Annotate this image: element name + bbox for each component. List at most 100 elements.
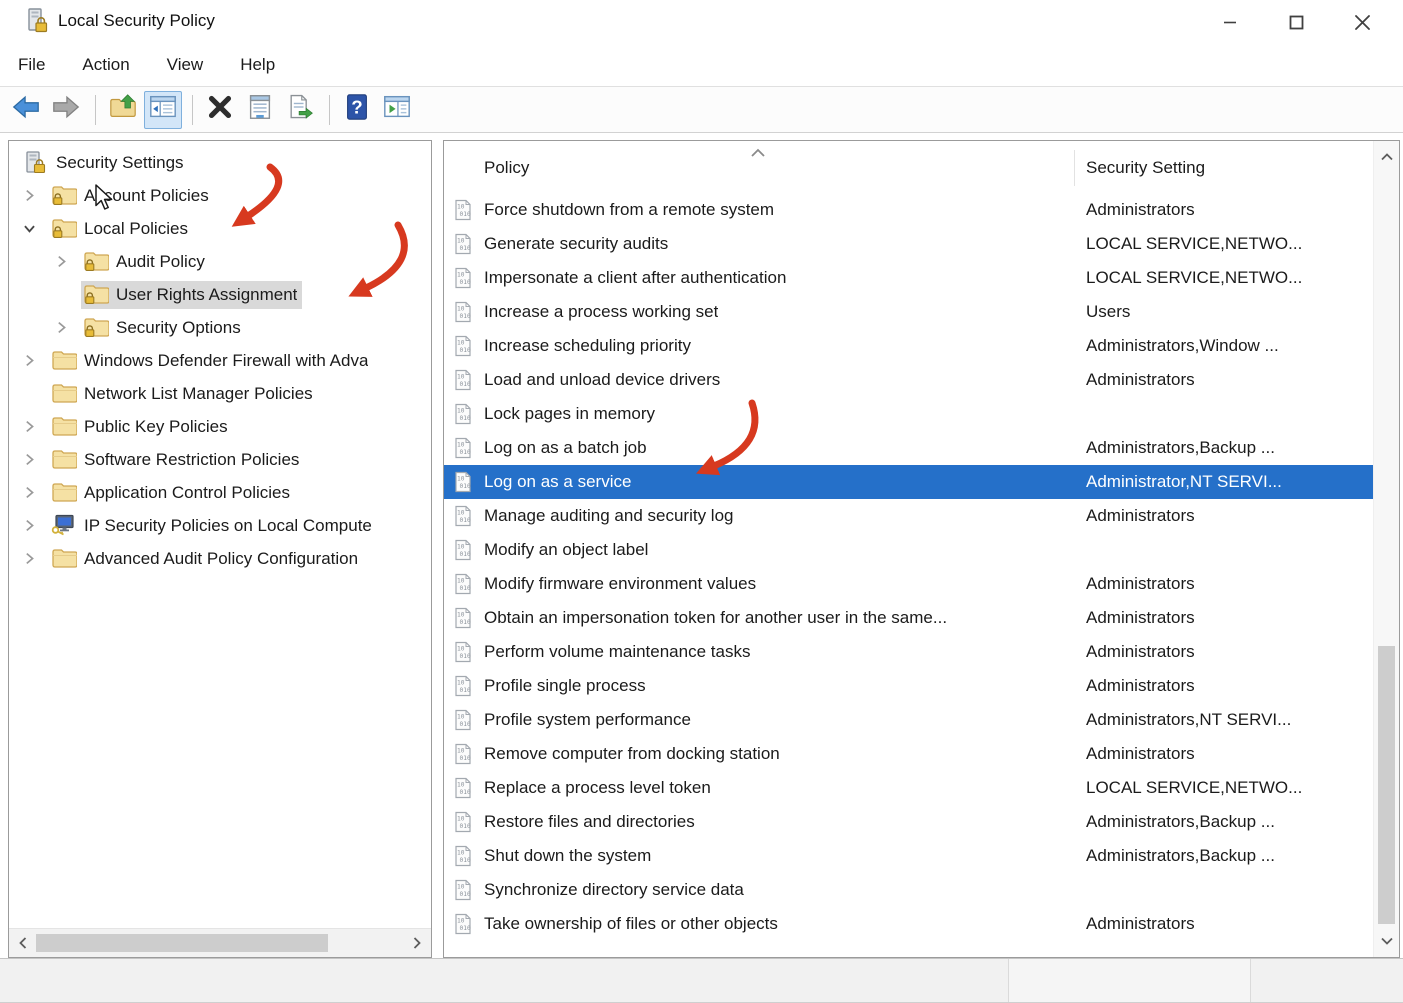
svg-text:10: 10 (457, 305, 465, 312)
column-header-security-setting[interactable]: Security Setting (1086, 158, 1205, 178)
tree-item-application-control-policies[interactable]: Application Control Policies (9, 476, 431, 509)
policy-row-manage-auditing-and-security-log[interactable]: 10 010 Manage auditing and security log Adm… (444, 499, 1374, 533)
policy-row-generate-security-audits[interactable]: 10 010 Generate security audits LOCAL SERVI… (444, 227, 1374, 261)
policy-name: Shut down the system (484, 846, 652, 865)
menu-help[interactable]: Help (240, 51, 275, 79)
policy-row-synchronize-directory-service-data[interactable]: 10 010 Synchronize directory service data (444, 873, 1374, 907)
scroll-left-icon[interactable] (11, 929, 35, 957)
menu-view[interactable]: View (167, 51, 204, 79)
tree-item-windows-defender-firewall-with-adva[interactable]: Windows Defender Firewall with Adva (9, 344, 431, 377)
security-setting-value: Administrator,NT SERVI... (1086, 472, 1282, 491)
help-button[interactable]: ? (338, 91, 376, 129)
policy-name: Take ownership of files or other objects (484, 914, 778, 933)
policy-row-restore-files-and-directories[interactable]: 10 010 Restore files and directories Admini… (444, 805, 1374, 839)
svg-text:10: 10 (457, 271, 465, 278)
list-vertical-scrollbar[interactable] (1373, 141, 1399, 957)
tree-item-audit-policy[interactable]: Audit Policy (9, 245, 431, 278)
app-icon (26, 8, 48, 35)
tree-item-network-list-manager-policies[interactable]: Network List Manager Policies (9, 377, 431, 410)
policy-icon: 10 010 (453, 335, 475, 358)
policy-row-obtain-an-impersonation-token-for-another-user-in-the-same[interactable]: 10 010 Obtain an impersonation token for a… (444, 601, 1374, 635)
expand-chevron-icon[interactable] (23, 486, 49, 499)
properties-button[interactable] (241, 91, 279, 129)
tree-item-security-settings[interactable]: Security Settings (9, 146, 431, 179)
svg-text:10: 10 (457, 747, 465, 754)
scroll-down-icon[interactable] (1374, 927, 1399, 955)
tree-item-ip-security-policies-on-local-compute[interactable]: IP Security Policies on Local Compute (9, 509, 431, 542)
tree-item-label: User Rights Assignment (116, 284, 298, 304)
tree-horizontal-scrollbar[interactable] (9, 928, 431, 957)
scroll-right-icon[interactable] (405, 929, 429, 957)
expand-chevron-icon[interactable] (23, 519, 49, 532)
show-console-tree-button[interactable] (144, 90, 182, 129)
menu-action[interactable]: Action (82, 51, 129, 79)
svg-text:10: 10 (457, 441, 465, 448)
policy-row-log-on-as-a-service[interactable]: 10 010 Log on as a service Administrator,NT… (444, 465, 1374, 499)
expand-chevron-icon[interactable] (23, 552, 49, 565)
policy-row-load-and-unload-device-drivers[interactable]: 10 010 Load and unload device drivers Admin… (444, 363, 1374, 397)
policy-row-remove-computer-from-docking-station[interactable]: 10 010 Remove computer from docking statio… (444, 737, 1374, 771)
close-button[interactable] (1329, 0, 1395, 44)
back-button[interactable] (7, 91, 45, 129)
collapse-chevron-icon[interactable] (23, 222, 49, 235)
up-one-level-button[interactable] (104, 91, 142, 129)
scroll-up-icon[interactable] (1374, 143, 1399, 171)
policy-row-increase-a-process-working-set[interactable]: 10 010 Increase a process working set Users (444, 295, 1374, 329)
forward-button[interactable] (47, 91, 85, 129)
svg-text:010: 010 (460, 789, 471, 796)
tree-item-advanced-audit-policy-configuration[interactable]: Advanced Audit Policy Configuration (9, 542, 431, 575)
expand-chevron-icon[interactable] (55, 321, 81, 334)
policy-row-impersonate-a-client-after-authentication[interactable]: 10 010 Impersonate a client after authenti… (444, 261, 1374, 295)
svg-text:10: 10 (457, 407, 465, 414)
tree-item-software-restriction-policies[interactable]: Software Restriction Policies (9, 443, 431, 476)
svg-text:10: 10 (457, 543, 465, 550)
policy-name: Impersonate a client after authenticatio… (484, 268, 787, 287)
policy-list: 10 010 Force shutdown from a remote system… (444, 193, 1374, 941)
svg-text:10: 10 (457, 713, 465, 720)
menu-file[interactable]: File (18, 51, 45, 79)
minimize-button[interactable] (1197, 0, 1263, 44)
policy-row-replace-a-process-level-token[interactable]: 10 010 Replace a process level token LOCAL … (444, 771, 1374, 805)
policy-icon: 10 010 (453, 709, 475, 732)
policy-row-log-on-as-a-batch-job[interactable]: 10 010 Log on as a batch job Administrators… (444, 431, 1374, 465)
policy-row-profile-system-performance[interactable]: 10 010 Profile system performance Administr… (444, 703, 1374, 737)
window-title: Local Security Policy (58, 11, 215, 30)
scrollbar-thumb[interactable] (36, 934, 328, 952)
policy-row-lock-pages-in-memory[interactable]: 10 010 Lock pages in memory (444, 397, 1374, 431)
svg-text:010: 010 (460, 891, 471, 898)
expand-chevron-icon[interactable] (55, 255, 81, 268)
expand-chevron-icon[interactable] (23, 189, 49, 202)
tree-item-public-key-policies[interactable]: Public Key Policies (9, 410, 431, 443)
maximize-button[interactable] (1263, 0, 1329, 44)
policy-row-modify-an-object-label[interactable]: 10 010 Modify an object label (444, 533, 1374, 567)
show-action-pane-button[interactable] (378, 91, 416, 129)
tree-item-user-rights-assignment[interactable]: User Rights Assignment (9, 278, 431, 311)
expand-chevron-icon[interactable] (23, 354, 49, 367)
policy-name: Log on as a service (484, 472, 632, 491)
expand-chevron-icon[interactable] (23, 420, 49, 433)
policy-row-modify-firmware-environment-values[interactable]: 10 010 Modify firmware environment values A… (444, 567, 1374, 601)
policy-row-shut-down-the-system[interactable]: 10 010 Shut down the system Administrators,… (444, 839, 1374, 873)
export-list-button[interactable] (281, 91, 319, 129)
policy-icon: 10 010 (453, 233, 475, 256)
help-icon: ? (342, 92, 372, 127)
policy-row-increase-scheduling-priority[interactable]: 10 010 Increase scheduling priority Adminis… (444, 329, 1374, 363)
tree-item-security-options[interactable]: Security Options (9, 311, 431, 344)
toolbar-separator (95, 94, 96, 125)
column-divider[interactable] (1074, 150, 1075, 186)
tree-item-local-policies[interactable]: Local Policies (9, 212, 431, 245)
policy-row-take-ownership-of-files-or-other-objects[interactable]: 10 010 Take ownership of files or other ob… (444, 907, 1374, 941)
scrollbar-thumb[interactable] (1378, 646, 1395, 924)
policy-name: Remove computer from docking station (484, 744, 780, 763)
policy-row-perform-volume-maintenance-tasks[interactable]: 10 010 Perform volume maintenance tasks Adm… (444, 635, 1374, 669)
policy-row-profile-single-process[interactable]: 10 010 Profile single process Administrator… (444, 669, 1374, 703)
delete-button[interactable] (201, 91, 239, 129)
tree-item-label: Local Policies (84, 218, 188, 238)
svg-text:010: 010 (460, 619, 471, 626)
expand-chevron-icon[interactable] (23, 453, 49, 466)
policy-row-force-shutdown-from-a-remote-system[interactable]: 10 010 Force shutdown from a remote system… (444, 193, 1374, 227)
tree-item-account-policies[interactable]: Account Policies (9, 179, 431, 212)
svg-text:?: ? (351, 97, 362, 118)
column-header-policy[interactable]: Policy (484, 158, 529, 178)
svg-text:10: 10 (457, 645, 465, 652)
